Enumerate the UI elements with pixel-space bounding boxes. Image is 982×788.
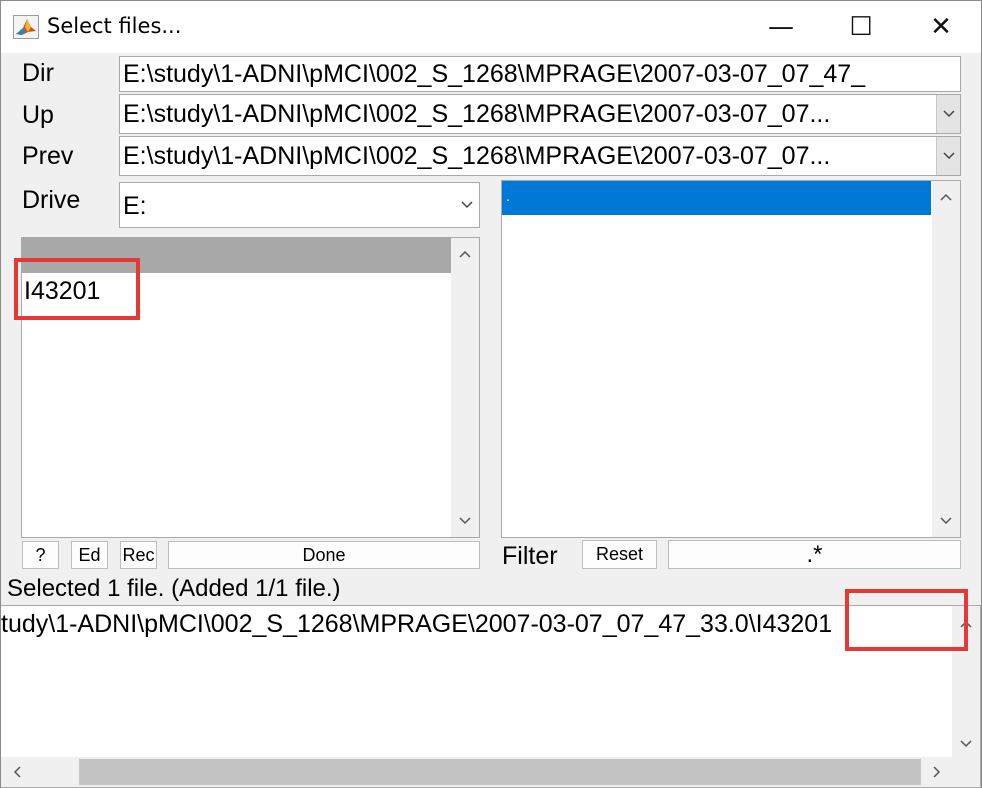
filter-label: Filter [502, 542, 558, 570]
dir-value: E:\study\1-ADNI\pMCI\002_S_1268\MPRAGE\2… [123, 60, 866, 88]
status-text: Selected 1 file. (Added 1/1 file.) [7, 575, 341, 602]
recursive-button[interactable]: Rec [120, 541, 157, 569]
up-dropdown[interactable]: E:\study\1-ADNI\pMCI\002_S_1268\MPRAGE\2… [119, 94, 961, 134]
maximize-button[interactable]: ☐ [821, 1, 901, 53]
selected-files-list[interactable]: tudy\1-ADNI\pMCI\002_S_1268\MPRAGE\2007-… [1, 605, 981, 788]
minimize-button[interactable]: — [741, 1, 821, 53]
drive-value: E: [123, 192, 147, 220]
chevron-left-icon[interactable] [3, 758, 31, 786]
close-button[interactable]: ✕ [901, 1, 981, 53]
vertical-scrollbar[interactable] [451, 238, 479, 537]
file-name: . [506, 188, 510, 204]
vertical-scrollbar[interactable] [932, 181, 960, 537]
help-button[interactable]: ? [22, 541, 59, 569]
drive-label: Drive [22, 186, 81, 214]
directory-name: I43201 [24, 277, 101, 305]
close-icon: ✕ [930, 12, 952, 42]
chevron-up-icon[interactable] [952, 610, 980, 638]
chevron-down-icon[interactable] [952, 730, 980, 758]
chevron-down-icon [936, 95, 960, 133]
select-files-window: Select files... — ☐ ✕ Dir E:\study\1-ADN… [0, 0, 982, 788]
list-item[interactable]: tudy\1-ADNI\pMCI\002_S_1268\MPRAGE\2007-… [1, 606, 953, 642]
chevron-up-icon[interactable] [451, 240, 479, 268]
chevron-down-icon[interactable] [451, 507, 479, 535]
directory-list[interactable]: I43201 [21, 237, 480, 538]
done-button[interactable]: Done [168, 541, 480, 569]
horizontal-scrollbar[interactable] [1, 757, 980, 787]
chevron-down-icon[interactable] [932, 507, 960, 535]
drive-dropdown[interactable]: E: [119, 182, 480, 228]
list-item[interactable] [22, 238, 452, 273]
vertical-scrollbar[interactable] [952, 606, 980, 758]
chevron-down-icon [455, 183, 479, 227]
edit-button[interactable]: Ed [71, 541, 108, 569]
scrollbar-thumb[interactable] [79, 759, 921, 785]
chevron-right-icon[interactable] [923, 758, 951, 786]
title-bar: Select files... — ☐ ✕ [1, 1, 981, 53]
reset-button[interactable]: Reset [582, 540, 657, 569]
up-label: Up [22, 101, 54, 129]
window-title: Select files... [47, 14, 182, 38]
list-item[interactable]: . [502, 181, 931, 215]
prev-label: Prev [22, 142, 74, 170]
filter-input[interactable]: .* [668, 540, 961, 569]
matlab-icon [13, 15, 39, 39]
chevron-up-icon[interactable] [932, 183, 960, 211]
dir-label: Dir [22, 59, 54, 87]
file-list[interactable]: . [501, 180, 961, 538]
chevron-down-icon [936, 137, 960, 175]
up-value: E:\study\1-ADNI\pMCI\002_S_1268\MPRAGE\2… [123, 100, 831, 128]
prev-value: E:\study\1-ADNI\pMCI\002_S_1268\MPRAGE\2… [123, 142, 831, 170]
dir-field[interactable]: E:\study\1-ADNI\pMCI\002_S_1268\MPRAGE\2… [119, 56, 961, 92]
prev-dropdown[interactable]: E:\study\1-ADNI\pMCI\002_S_1268\MPRAGE\2… [119, 136, 961, 176]
selected-file-path: tudy\1-ADNI\pMCI\002_S_1268\MPRAGE\2007-… [1, 610, 833, 638]
minimize-icon: — [768, 12, 794, 42]
list-item[interactable]: I43201 [24, 274, 452, 308]
maximize-icon: ☐ [849, 12, 873, 42]
